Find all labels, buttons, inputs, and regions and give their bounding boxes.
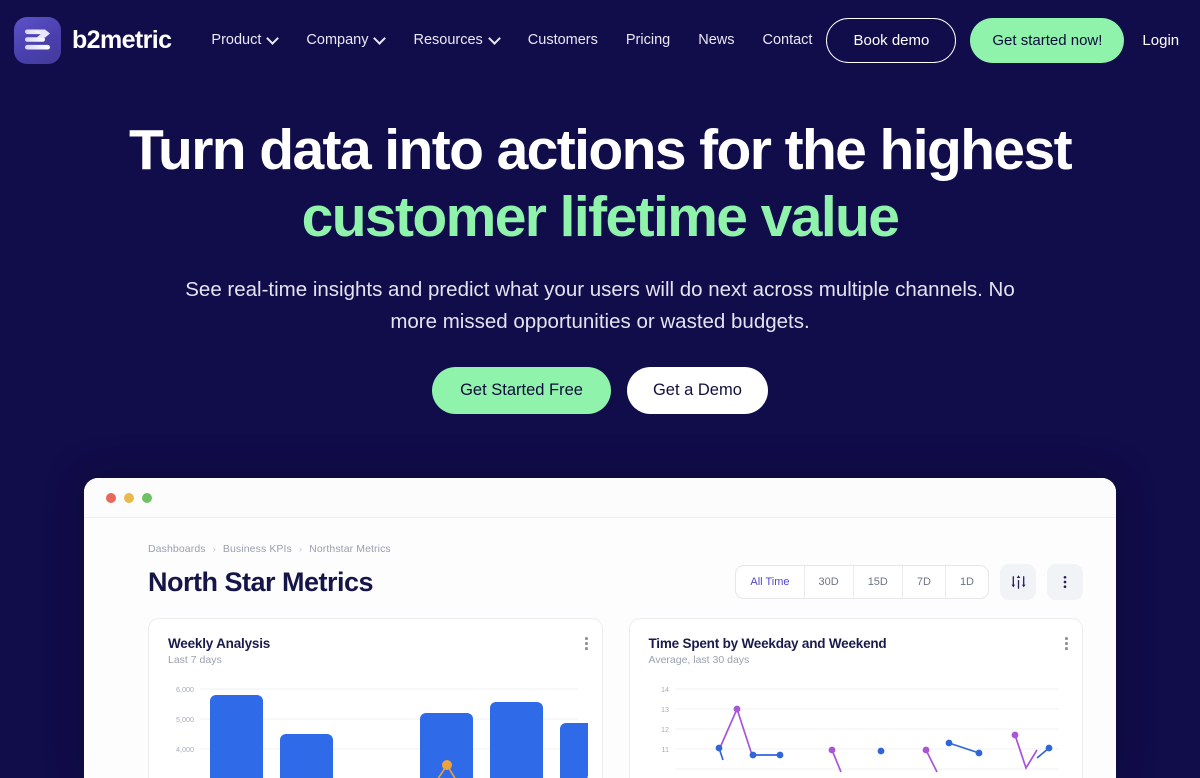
nav-item-customers[interactable]: Customers [514,24,612,56]
card-subtitle: Average, last 30 days [648,654,750,666]
time-range-segmented-control: All Time 30D 15D 7D 1D [735,565,989,599]
kebab-menu-icon [1063,575,1067,589]
chevron-down-icon [268,34,278,44]
weekend-line [717,706,754,759]
hero-heading-line1: Turn data into actions for the highest [129,118,1073,182]
card-title: Weekly Analysis [168,636,271,651]
get-started-now-button[interactable]: Get started now! [970,17,1125,63]
card-weekly-analysis: Weekly Analysis Last 7 days 6,000 5,000 … [148,618,603,778]
nav-item-news[interactable]: News [684,24,748,56]
ytick-13: 13 [661,705,669,714]
nav-item-product-label: Product [211,32,262,48]
ytick-12: 12 [661,725,669,734]
time-range-7d[interactable]: 7D [903,566,946,598]
kebab-dot [1065,647,1068,650]
dashboard-body: Dashboards › Business KPIs › Northstar M… [84,518,1116,778]
nav-actions: Book demo Get started now! Login [826,17,1187,63]
ytick-14: 14 [661,685,669,694]
weekend-series [717,706,1038,773]
hero-cta-group: Get Started Free Get a Demo [0,367,1200,415]
brand-logo-link[interactable]: b2metric [14,16,172,64]
bar-chart-svg: 6,000 5,000 4,000 [176,685,588,778]
kebab-dot [1065,637,1068,640]
line-chart-svg: 14 13 12 11 [661,685,1059,773]
dashboard-controls: All Time 30D 15D 7D 1D [735,564,1083,600]
bar [280,734,333,778]
dashboard-more-options-button[interactable] [1047,564,1083,600]
brand-name-text: b2metric [72,25,172,54]
time-spent-chart: 14 13 12 11 [649,680,1064,778]
breadcrumb-separator-icon: › [298,543,303,555]
chevron-down-icon [490,34,500,44]
breadcrumb: Dashboards › Business KPIs › Northstar M… [148,543,1083,555]
time-range-15d[interactable]: 15D [854,566,903,598]
weekly-analysis-chart: 6,000 5,000 4,000 [168,680,588,778]
nav-item-resources-label: Resources [413,32,483,48]
dashboard-preview-window: Dashboards › Business KPIs › Northstar M… [84,478,1116,778]
hero-subtext: See real-time insights and predict what … [185,278,1015,334]
nav-item-company-label: Company [306,32,369,48]
hero-section: Turn data into actions for the highest c… [0,80,1200,415]
window-close-dot-icon [106,492,116,503]
bar-series [210,695,588,778]
dashboard-header-row: North Star Metrics All Time 30D 15D 7D 1… [148,564,1083,600]
ytick-5000: 5,000 [176,715,194,724]
kebab-dot [584,642,588,645]
nav-item-pricing[interactable]: Pricing [612,24,684,56]
time-range-all-time[interactable]: All Time [736,566,805,598]
trend-marker [442,760,452,770]
kebab-dot [1065,642,1068,645]
top-navigation-bar: b2metric Product Company Resources Custo… [0,0,1200,80]
kebab-dot [584,647,588,650]
dashboard-cards: Weekly Analysis Last 7 days 6,000 5,000 … [148,618,1083,778]
primary-nav: Product Company Resources Customers Pric… [197,24,826,56]
ytick-6000: 6,000 [176,685,194,694]
breadcrumb-item-business-kpis[interactable]: Business KPIs [223,543,292,555]
window-minimize-dot-icon [124,492,134,503]
sliders-filter-button[interactable] [1000,564,1036,600]
browser-title-bar [84,478,1116,518]
get-a-demo-button[interactable]: Get a Demo [626,367,768,415]
nav-item-company[interactable]: Company [292,24,399,56]
time-range-1d[interactable]: 1D [946,566,988,598]
bar [490,702,543,778]
window-maximize-dot-icon [142,492,152,503]
weekend-line [1013,734,1038,771]
card-time-spent: Time Spent by Weekday and Weekend Averag… [628,618,1083,778]
breadcrumb-separator-icon: › [212,543,216,555]
card-menu-button[interactable] [1065,637,1068,650]
card-menu-button[interactable] [584,637,588,650]
card-title: Time Spent by Weekday and Weekend [648,636,887,651]
kebab-dot [584,637,588,640]
card-subtitle: Last 7 days [168,654,222,666]
chevron-down-icon [375,34,385,44]
breadcrumb-item-northstar-metrics[interactable]: Northstar Metrics [309,543,391,555]
weekday-line [948,742,979,754]
time-range-30d[interactable]: 30D [805,566,854,598]
nav-item-contact[interactable]: Contact [748,24,826,56]
bar [560,723,588,778]
get-started-free-button[interactable]: Get Started Free [432,367,611,415]
nav-item-resources[interactable]: Resources [399,24,513,56]
breadcrumb-item-dashboards[interactable]: Dashboards [148,543,206,555]
page-title: Turn data into actions for the highest c… [0,122,1200,246]
login-link[interactable]: Login [1138,26,1187,55]
dashboard-title: North Star Metrics [148,566,374,597]
nav-item-product[interactable]: Product [197,24,292,56]
sliders-filter-icon [1011,574,1025,589]
b2metric-bars-logo-icon [14,16,61,64]
book-demo-button[interactable]: Book demo [826,17,957,63]
hero-heading-line2: customer lifetime value [301,185,900,249]
bar [210,695,263,778]
